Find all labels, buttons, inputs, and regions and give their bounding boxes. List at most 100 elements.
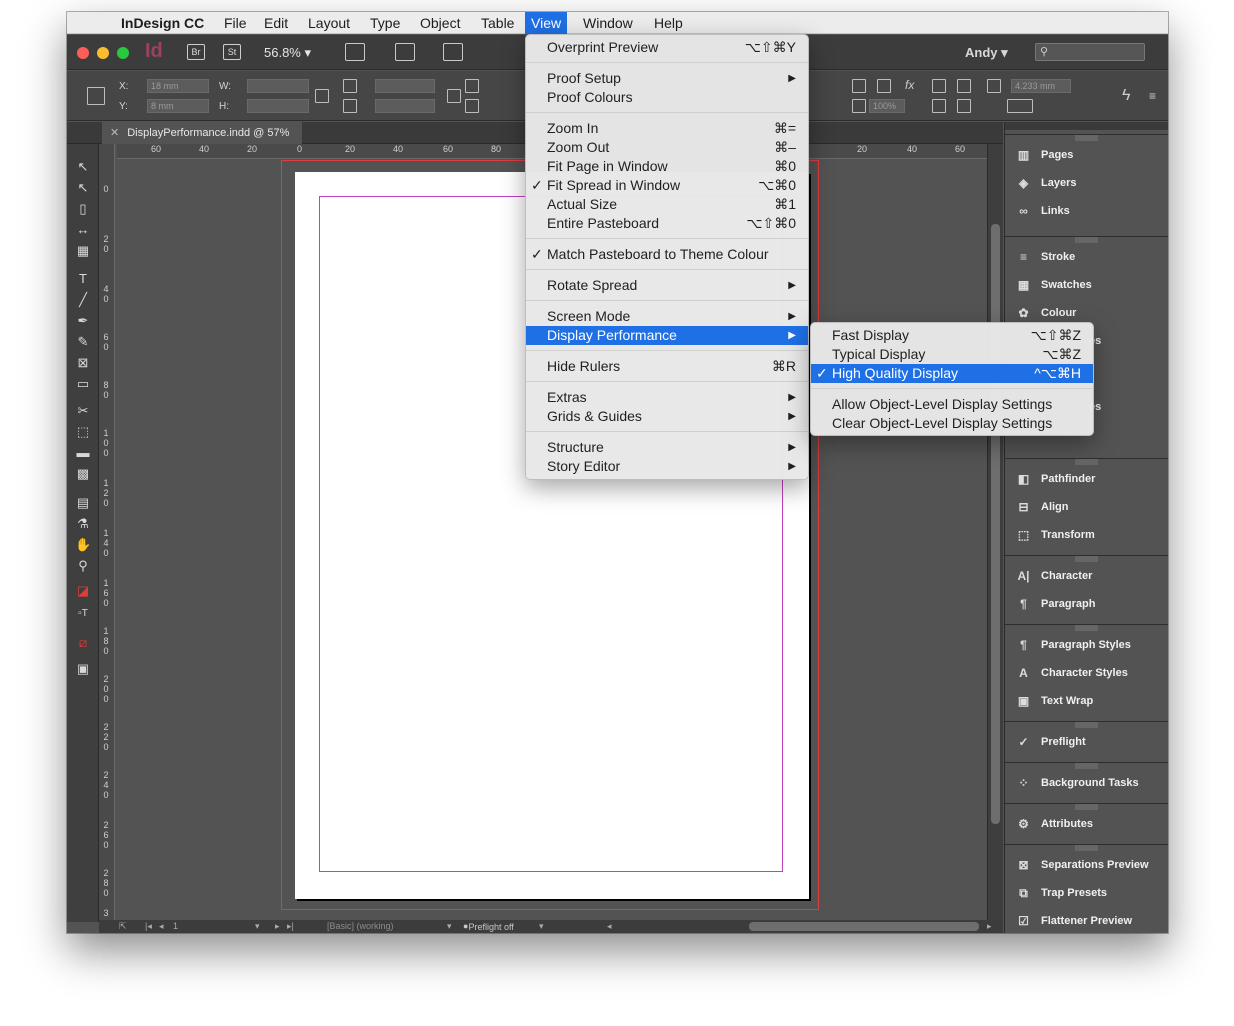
menu-file[interactable]: File [218,12,253,34]
panel-character-styles[interactable]: A Character Styles [1005,659,1168,687]
panel-pages[interactable]: ▥ Pages [1005,141,1168,169]
menu-item-hide-rulers[interactable]: Hide Rulers ⌘R [526,357,808,376]
preflight-status[interactable]: ● Preflight off [463,921,514,932]
panel-character[interactable]: A| Character [1005,562,1168,590]
menu-object[interactable]: Object [414,12,466,34]
panel-text-wrap[interactable]: ▣ Text Wrap [1005,687,1168,715]
panel-links[interactable]: ∞ Links [1005,197,1168,225]
link-scale-icon[interactable] [447,89,461,103]
stroke-type-dropdown[interactable] [1007,99,1033,113]
menu-item-zoom-out[interactable]: Zoom Out ⌘– [526,138,808,157]
menu-type[interactable]: Type [364,12,406,34]
search-input[interactable]: ⚲ [1035,43,1145,61]
frame-icon[interactable] [877,79,891,93]
x-field[interactable]: 18 mm [147,79,209,93]
stroke-weight-icon[interactable] [987,79,1001,93]
scissors-tool-icon[interactable]: ✂ [75,404,91,418]
panel-preflight[interactable]: ✓ Preflight [1005,728,1168,756]
panel-menu-icon[interactable]: ≡ [1149,89,1156,103]
menu-item-actual-size[interactable]: Actual Size ⌘1 [526,195,808,214]
menu-item-structure[interactable]: Structure ▶ [526,438,808,457]
opacity-field[interactable]: 100% [869,99,905,113]
rectangle-tool-icon[interactable]: ▭ [75,377,91,391]
zoom-window-button[interactable] [117,47,129,59]
menu-item-entire-pasteboard[interactable]: Entire Pasteboard ⌥⇧⌘0 [526,214,808,233]
scale-y-icon[interactable] [343,99,357,113]
page-number-field[interactable]: 1 [173,921,178,931]
menu-item-display-performance[interactable]: Display Performance ▶ [526,326,808,345]
gradient-feather-tool-icon[interactable]: ▩ [75,467,91,481]
menu-edit[interactable]: Edit [258,12,294,34]
menu-item-proof-colours[interactable]: Proof Colours [526,88,808,107]
fx-icon[interactable]: fx [905,78,914,92]
screen-mode-tool-icon[interactable]: ▣ [75,662,91,676]
minimize-window-button[interactable] [97,47,109,59]
panel-pathfinder[interactable]: ◧ Pathfinder [1005,465,1168,493]
panel-swatches[interactable]: ▦ Swatches [1005,271,1168,299]
gap-tool-icon[interactable]: ↔ [75,223,91,237]
screen-mode-icon[interactable] [395,43,415,61]
prev-page-icon[interactable]: ◂ [159,921,164,932]
panel-separations-preview[interactable]: ⊠ Separations Preview [1005,851,1168,879]
panel-trap-presets[interactable]: ⧉ Trap Presets [1005,879,1168,907]
height-field[interactable] [247,99,309,113]
hand-tool-icon[interactable]: ✋ [75,538,91,552]
column-icon[interactable] [957,79,971,93]
selection-tool-icon[interactable]: ↖ [75,160,91,174]
panel-background-tasks[interactable]: ⁘ Background Tasks [1005,769,1168,797]
panel-paragraph[interactable]: ¶ Paragraph [1005,590,1168,618]
panel-stroke[interactable]: ≡ Stroke [1005,243,1168,271]
gradient-swatch-tool-icon[interactable]: ▬ [75,446,91,460]
master-status[interactable]: [Basic] (working) [327,921,394,931]
panel-attributes[interactable]: ⚙ Attributes [1005,810,1168,838]
vertical-scroll-thumb[interactable] [991,224,1000,824]
view-options-icon[interactable] [345,43,365,61]
rectangle-frame-tool-icon[interactable]: ⊠ [75,356,91,370]
scale-x-field[interactable] [375,79,435,93]
next-page-icon[interactable]: ▸ [275,921,280,932]
menu-view[interactable]: View [525,12,568,34]
menu-item-fit-page[interactable]: Fit Page in Window ⌘0 [526,157,808,176]
menu-item-grids-guides[interactable]: Grids & Guides ▶ [526,407,808,426]
scale-x-icon[interactable] [343,79,357,93]
constrain-proportions-icon[interactable] [315,89,329,103]
app-menu[interactable]: InDesign CC [115,12,210,34]
menu-item-fit-spread[interactable]: ✓ Fit Spread in Window ⌥⌘0 [526,176,808,195]
menu-window[interactable]: Window [577,12,639,34]
page-tool-icon[interactable]: ▯ [75,202,91,216]
apply-none-icon[interactable]: ⧄ [75,636,91,650]
menu-item-typical-display[interactable]: Typical Display ⌥⌘Z [811,345,1093,364]
reference-point-icon[interactable] [87,87,105,105]
menu-item-proof-setup[interactable]: Proof Setup ▶ [526,69,808,88]
preflight-menu-icon[interactable]: ▾ [539,921,544,932]
horizontal-scroll-thumb[interactable] [749,922,979,931]
panel-align[interactable]: ⊟ Align [1005,493,1168,521]
menu-item-high-quality-display[interactable]: ✓ High Quality Display ^⌥⌘H [811,364,1093,383]
menu-item-story-editor[interactable]: Story Editor ▶ [526,457,808,476]
opacity-icon[interactable] [852,99,866,113]
pencil-tool-icon[interactable]: ✎ [75,335,91,349]
user-menu[interactable]: Andy ▾ [965,45,1008,61]
quick-apply-icon[interactable]: ϟ [1122,87,1130,105]
menu-item-allow-object-level[interactable]: Allow Object-Level Display Settings [811,395,1093,414]
close-window-button[interactable] [77,47,89,59]
scale-y-field[interactable] [375,99,435,113]
line-tool-icon[interactable]: ╱ [75,293,91,307]
stroke-weight-field[interactable]: 4.233 mm [1011,79,1071,93]
panel-layers[interactable]: ◈ Layers [1005,169,1168,197]
align-icon[interactable] [852,79,866,93]
open-page-icon[interactable]: ⇱ [119,921,127,932]
fill-stroke-icon[interactable]: ◪ [75,584,91,598]
y-field[interactable]: 8 mm [147,99,209,113]
width-field[interactable] [247,79,309,93]
content-collector-icon[interactable]: ▦ [75,244,91,258]
zoom-tool-icon[interactable]: ⚲ [75,559,91,573]
document-tab[interactable]: ✕ DisplayPerformance.indd @ 57% [102,122,302,144]
menu-layout[interactable]: Layout [302,12,356,34]
align-wrap-icon[interactable] [957,99,971,113]
stock-button[interactable]: St [223,44,241,60]
scroll-left-icon[interactable]: ◂ [607,921,612,932]
panel-dock-header[interactable] [1005,122,1168,130]
menu-item-fast-display[interactable]: Fast Display ⌥⇧⌘Z [811,326,1093,345]
menu-item-screen-mode[interactable]: Screen Mode ▶ [526,307,808,326]
